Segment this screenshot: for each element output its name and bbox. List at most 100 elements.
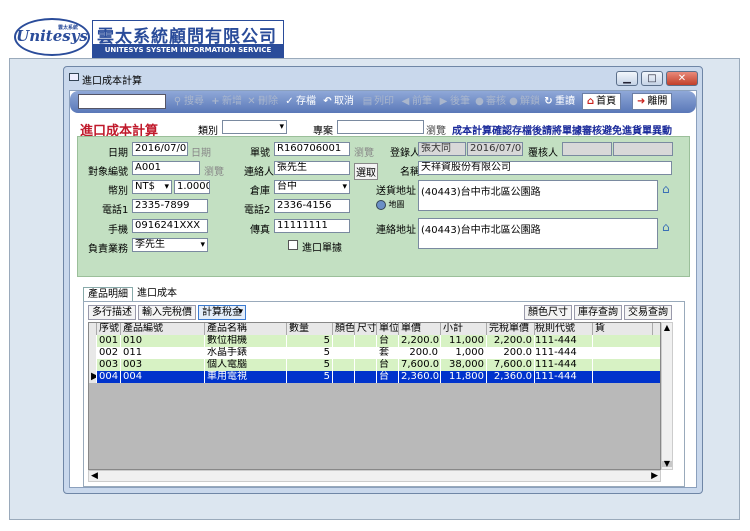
category-select[interactable] (222, 120, 287, 134)
grid-column-header[interactable]: 完稅單價 (487, 323, 535, 335)
grid-cell-unit[interactable]: 套 (377, 347, 399, 359)
grid-cell-seq[interactable]: 003 (97, 359, 121, 371)
date-picker-button[interactable]: 日期 (191, 144, 211, 159)
grid-cell-color[interactable] (333, 347, 355, 359)
grid-column-header[interactable]: 尺寸 (355, 323, 377, 335)
tel2-input[interactable]: 2336-4156 (274, 199, 350, 213)
grid-cell-qty[interactable]: 5 (287, 335, 333, 347)
company-name-input[interactable]: 天祥資股份有限公司 (418, 161, 672, 175)
grid-cell-size[interactable] (355, 335, 377, 347)
contact-address-input[interactable]: (40443)台中市北區公園路 (418, 218, 658, 249)
grid-column-header[interactable]: 序號 (97, 323, 121, 335)
table-row[interactable]: 001 010 數位相機 5 台 2,200.0 11,000 2,200.0 111-444 (89, 335, 660, 347)
calc-tax-button[interactable]: 計算稅金 (198, 305, 246, 320)
import-doc-checkbox[interactable] (288, 240, 298, 250)
color-size-button[interactable]: 顏色尺寸 (524, 305, 572, 320)
grid-cell-unit[interactable]: 台 (377, 359, 399, 371)
grid-column-header[interactable]: 產品名稱 (205, 323, 287, 335)
grid-cell-price[interactable]: 2,360.0 (399, 371, 441, 383)
home-button[interactable]: ⌂ 首頁 (582, 93, 622, 110)
ship-address-input[interactable]: (40443)台中市北區公園路 (418, 180, 658, 211)
sales-select[interactable]: 李先生 (132, 238, 208, 252)
row-indicator[interactable] (89, 359, 97, 371)
grid-cell-tariff[interactable]: 111-444 (533, 347, 593, 359)
map-button[interactable]: 地圖 (376, 199, 405, 210)
grid-cell-name[interactable]: 車用電視 (205, 371, 287, 383)
grid-cell-tax_price[interactable]: 2,200.0 (487, 335, 535, 347)
grid-cell-seq[interactable]: 002 (97, 347, 121, 359)
toolbar-button-plus[interactable]: + 新增 (210, 95, 242, 109)
grid-cell-price[interactable]: 7,600.0 (399, 359, 441, 371)
grid-cell-tax_price[interactable]: 2,360.0 (487, 371, 535, 383)
house-icon[interactable]: ⌂ (662, 183, 676, 195)
grid-cell-code[interactable]: 011 (121, 347, 205, 359)
tab-import-cost[interactable]: 進口成本 (133, 287, 181, 301)
toolbar-search-input[interactable] (78, 94, 166, 109)
tab-product-detail[interactable]: 產品明細 (83, 287, 133, 301)
trade-query-button[interactable]: 交易查詢 (624, 305, 672, 320)
grid-cell-seq[interactable]: 001 (97, 335, 121, 347)
grid-cell-unit[interactable]: 台 (377, 371, 399, 383)
table-row[interactable]: 002 011 水晶手錶 5 套 200.0 1,000 200.0 111-444 (89, 347, 660, 359)
grid-horizontal-scrollbar[interactable]: ◀ ▶ (88, 470, 661, 482)
toolbar-button-unlock[interactable]: ● 解鎖 (508, 95, 540, 109)
toolbar-button-prev[interactable]: ◀ 前筆 (400, 95, 432, 109)
mobile-input[interactable]: 0916241XXX (132, 219, 208, 233)
scroll-left-icon[interactable]: ◀ (91, 471, 98, 481)
grid-vertical-scrollbar[interactable]: ▲ ▼ (661, 322, 673, 470)
doc-browse-button[interactable]: 瀏覽 (354, 144, 374, 159)
input-tax-price-button[interactable]: 輸入完稅價 (138, 305, 196, 320)
grid-cell-subtotal[interactable]: 1,000 (441, 347, 487, 359)
contact-input[interactable]: 張先生 (274, 161, 350, 175)
grid-cell-name[interactable]: 數位相機 (205, 335, 287, 347)
grid-cell-tax_price[interactable]: 200.0 (487, 347, 535, 359)
grid-column-header[interactable]: 貨 (593, 323, 653, 335)
grid-cell-tariff[interactable]: 111-444 (533, 371, 593, 383)
toolbar-button-check[interactable]: ✓ 存檔 (284, 95, 316, 109)
toolbar-button-lock[interactable]: ● 審核 (474, 95, 506, 109)
toolbar-button-next[interactable]: ▶ 後筆 (438, 95, 470, 109)
grid-cell-name[interactable]: 個人電腦 (205, 359, 287, 371)
grid-cell-color[interactable] (333, 371, 355, 383)
grid-cell-size[interactable] (355, 359, 377, 371)
grid-column-header[interactable]: 單位 (377, 323, 399, 335)
toolbar-button-printer[interactable]: ▤ 列印 (362, 95, 394, 109)
contact-select-button[interactable]: 選取 (354, 163, 378, 180)
grid-column-header[interactable]: 單價 (399, 323, 441, 335)
toolbar-button-x[interactable]: ✕ 刪除 (246, 95, 278, 109)
grid-cell-qty[interactable]: 5 (287, 371, 333, 383)
table-row[interactable]: 003 003 個人電腦 5 台 7,600.0 38,000 7,600.0 111-444 (89, 359, 660, 371)
grid-cell-qty[interactable]: 5 (287, 347, 333, 359)
close-button[interactable]: ✕ (666, 71, 698, 86)
grid-column-header[interactable]: 數量 (287, 323, 333, 335)
toolbar-button-undo[interactable]: ↶ 取消 (322, 95, 354, 109)
vendor-code-input[interactable]: A001 (132, 161, 200, 175)
window-titlebar[interactable]: 進口成本計算 ▁ □ ✕ (64, 67, 702, 89)
exchange-rate-input[interactable]: 1.0000 (174, 180, 210, 194)
grid-cell-subtotal[interactable]: 11,000 (441, 335, 487, 347)
grid-column-header[interactable]: 小計 (441, 323, 487, 335)
minimize-button[interactable]: ▁ (616, 71, 638, 86)
grid-cell-price[interactable]: 200.0 (399, 347, 441, 359)
project-browse-button[interactable]: 瀏覽 (426, 122, 446, 137)
grid-cell-code[interactable]: 004 (121, 371, 205, 383)
table-row[interactable]: ▶004004車用電視5台2,360.011,8002,360.0111-444 (89, 371, 660, 383)
grid-cell-color[interactable] (333, 335, 355, 347)
grid-cell-code[interactable]: 010 (121, 335, 205, 347)
tel1-input[interactable]: 2335-7899 (132, 199, 208, 213)
grid-column-header[interactable]: 稅則代號 (533, 323, 593, 335)
warehouse-select[interactable]: 台中 (274, 180, 350, 194)
multi-line-desc-button[interactable]: 多行描述 (88, 305, 136, 320)
project-input[interactable] (337, 120, 424, 134)
grid-cell-subtotal[interactable]: 11,800 (441, 371, 487, 383)
currency-select[interactable]: NT$ (132, 180, 172, 194)
toolbar-button-refresh[interactable]: ↻ 重讀 (543, 95, 575, 109)
vendor-browse-button[interactable]: 瀏覽 (204, 163, 224, 178)
row-indicator[interactable] (89, 347, 97, 359)
grid-cell-price[interactable]: 2,200.0 (399, 335, 441, 347)
row-pointer-icon[interactable]: ▶ (89, 371, 97, 383)
grid-cell-code[interactable]: 003 (121, 359, 205, 371)
grid-cell-size[interactable] (355, 347, 377, 359)
grid-column-header[interactable]: 顏色 (333, 323, 355, 335)
scroll-down-icon[interactable]: ▼ (662, 459, 672, 469)
